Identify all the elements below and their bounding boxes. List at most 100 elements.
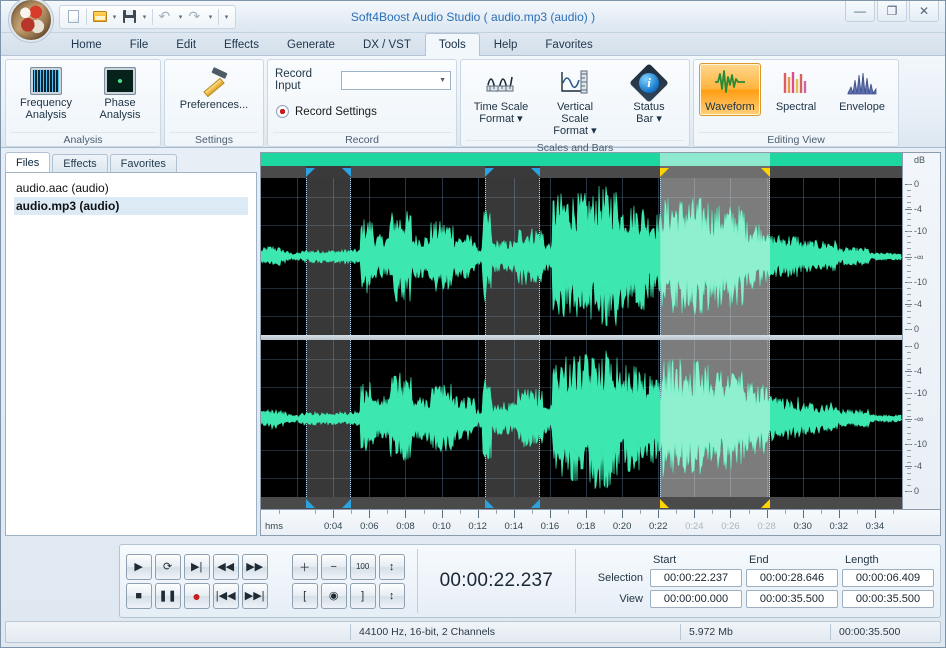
record-input-select[interactable]: ▼ bbox=[341, 71, 451, 90]
close-button[interactable]: ✕ bbox=[909, 1, 939, 22]
vertical-scale-format-button[interactable]: Vertical Scale Format ▾ bbox=[540, 63, 610, 140]
quick-access-toolbar: ▾ ▾ ↶ ▾ ↷ ▾ ▾ bbox=[59, 5, 236, 29]
marker-handle-start[interactable] bbox=[306, 168, 315, 177]
zoom-in-button[interactable]: ＋ bbox=[292, 554, 318, 580]
db-minor-tick bbox=[907, 329, 911, 330]
selection-start-field[interactable]: 00:00:22.237 bbox=[650, 569, 742, 587]
maximize-button[interactable]: ❐ bbox=[877, 1, 907, 22]
zoom-in-icon: ＋ bbox=[299, 559, 310, 575]
marker-bar-top[interactable] bbox=[261, 166, 902, 178]
zoom-vertical-out-button[interactable]: ↕ bbox=[379, 583, 405, 609]
marker-bar-bottom[interactable] bbox=[261, 497, 902, 509]
record-input-label: Record Input bbox=[275, 68, 335, 92]
record-settings-row[interactable]: Record Settings bbox=[276, 105, 451, 118]
waveform-canvas[interactable] bbox=[261, 153, 902, 509]
marker-handle-end[interactable] bbox=[531, 499, 540, 508]
customize-qat-caret-icon[interactable]: ▾ bbox=[222, 7, 231, 26]
rewind-button[interactable]: ◀◀ bbox=[213, 554, 239, 580]
phase-analysis-label-2: Analysis bbox=[100, 109, 141, 121]
tab-tools[interactable]: Tools bbox=[425, 33, 480, 56]
time-minor-tick bbox=[568, 510, 569, 514]
save-file-button[interactable] bbox=[120, 7, 139, 26]
file-list[interactable]: audio.aac (audio) audio.mp3 (audio) bbox=[5, 172, 257, 536]
waveform-channel-right[interactable] bbox=[261, 340, 902, 497]
zoom-100-button[interactable]: 100 bbox=[350, 554, 376, 580]
tab-home[interactable]: Home bbox=[57, 33, 116, 55]
open-dropdown-caret-icon[interactable]: ▾ bbox=[110, 7, 119, 26]
record-button[interactable]: ● bbox=[184, 583, 210, 609]
zoom-to-start-button[interactable]: [ bbox=[292, 583, 318, 609]
marker-handle-start[interactable] bbox=[660, 499, 669, 508]
new-document-button[interactable] bbox=[64, 7, 83, 26]
db-tick bbox=[905, 209, 912, 210]
tab-file[interactable]: File bbox=[116, 33, 163, 55]
playback-button-grid: ▶ ■⟳ ❚❚▶| ●◀◀ |◀◀▶▶ ▶▶| bbox=[126, 554, 268, 609]
phase-analysis-button[interactable]: Phase Analysis bbox=[85, 63, 155, 124]
undo-button[interactable]: ↶ bbox=[156, 7, 175, 26]
play-button[interactable]: ▶ bbox=[126, 554, 152, 580]
marker-handle-end[interactable] bbox=[761, 499, 770, 508]
waveform-view-button[interactable]: Waveform bbox=[699, 63, 761, 116]
view-start-field[interactable]: 00:00:00.000 bbox=[650, 590, 742, 608]
db-tick-label: -∞ bbox=[914, 414, 923, 424]
zoom-out-button[interactable]: − bbox=[321, 554, 347, 580]
waveform-channel-left[interactable] bbox=[261, 178, 902, 335]
save-dropdown-caret-icon[interactable]: ▾ bbox=[140, 7, 149, 26]
left-tab-favorites[interactable]: Favorites bbox=[110, 154, 177, 173]
ribbon-tab-strip: Home File Edit Effects Generate DX / VST… bbox=[1, 33, 945, 56]
stop-button[interactable]: ■ bbox=[126, 583, 152, 609]
zoom-selection-button[interactable]: ◉ bbox=[321, 583, 347, 609]
record-settings-radio[interactable] bbox=[276, 105, 289, 118]
overview-bar[interactable] bbox=[261, 153, 902, 166]
envelope-view-button[interactable]: Envelope bbox=[831, 63, 893, 116]
undo-dropdown-caret-icon[interactable]: ▾ bbox=[176, 7, 185, 26]
time-tick-label: 0:26 bbox=[721, 521, 740, 532]
minimize-button[interactable]: — bbox=[845, 1, 875, 22]
loop-button[interactable]: ⟳ bbox=[155, 554, 181, 580]
play-to-end-button[interactable]: ▶| bbox=[184, 554, 210, 580]
tab-effects[interactable]: Effects bbox=[210, 33, 273, 55]
divider bbox=[575, 549, 576, 613]
marker-handle-start[interactable] bbox=[485, 499, 494, 508]
tab-edit[interactable]: Edit bbox=[162, 33, 210, 55]
selection-end-field[interactable]: 00:00:28.646 bbox=[746, 569, 838, 587]
tab-generate[interactable]: Generate bbox=[273, 33, 349, 55]
marker-handle-start[interactable] bbox=[306, 499, 315, 508]
marker-handle-end[interactable] bbox=[342, 499, 351, 508]
list-item[interactable]: audio.aac (audio) bbox=[14, 179, 248, 197]
db-minor-tick bbox=[907, 196, 911, 197]
marker-handle-end[interactable] bbox=[531, 168, 540, 177]
time-minor-tick bbox=[640, 510, 641, 514]
marker-handle-end[interactable] bbox=[761, 168, 770, 177]
frequency-analysis-button[interactable]: Frequency Analysis bbox=[11, 63, 81, 124]
left-tab-effects[interactable]: Effects bbox=[52, 154, 107, 173]
redo-icon: ↷ bbox=[189, 11, 203, 23]
marker-handle-start[interactable] bbox=[660, 168, 669, 177]
tab-favorites[interactable]: Favorites bbox=[531, 33, 606, 55]
pause-button[interactable]: ❚❚ bbox=[155, 583, 181, 609]
selection-length-field[interactable]: 00:00:06.409 bbox=[842, 569, 934, 587]
redo-button[interactable]: ↷ bbox=[186, 7, 205, 26]
view-length-field[interactable]: 00:00:35.500 bbox=[842, 590, 934, 608]
redo-dropdown-caret-icon[interactable]: ▾ bbox=[206, 7, 215, 26]
tab-help[interactable]: Help bbox=[480, 33, 532, 55]
marker-handle-start[interactable] bbox=[485, 168, 494, 177]
status-bar-button[interactable]: i Status Bar ▾ bbox=[614, 63, 684, 128]
zoom-vertical-in-button[interactable]: ↕ bbox=[379, 554, 405, 580]
list-item[interactable]: audio.mp3 (audio) bbox=[14, 197, 248, 215]
time-ruler[interactable]: hms0:040:060:080:100:120:140:160:180:200… bbox=[260, 510, 941, 536]
open-file-button[interactable] bbox=[90, 7, 109, 26]
view-end-field[interactable]: 00:00:35.500 bbox=[746, 590, 838, 608]
preferences-button[interactable]: Preferences... bbox=[170, 63, 258, 114]
tab-dx-vst[interactable]: DX / VST bbox=[349, 33, 425, 55]
go-to-start-button[interactable]: |◀◀ bbox=[213, 583, 239, 609]
time-scale-format-button[interactable]: Time Scale Format ▾ bbox=[466, 63, 536, 128]
zoom-to-end-button[interactable]: ] bbox=[350, 583, 376, 609]
time-minor-tick bbox=[604, 510, 605, 514]
left-tab-files[interactable]: Files bbox=[5, 152, 50, 173]
marker-handle-end[interactable] bbox=[342, 168, 351, 177]
spectral-view-button[interactable]: Spectral bbox=[765, 63, 827, 116]
time-minor-tick bbox=[857, 510, 858, 514]
fast-forward-button[interactable]: ▶▶ bbox=[242, 554, 268, 580]
go-to-end-button[interactable]: ▶▶| bbox=[242, 583, 268, 609]
